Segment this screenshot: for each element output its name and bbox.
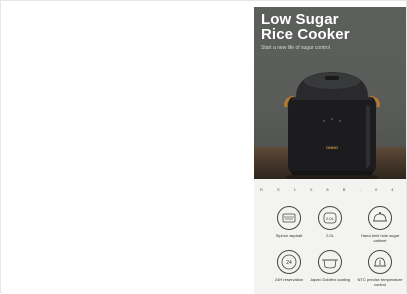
svg-text:2.0L: 2.0L [326, 216, 335, 221]
title-line-2: Rice Cooker [261, 26, 350, 43]
product-title: Low Sugar Rice Cooker [261, 12, 350, 42]
features-panel: R S 1 0 8 B - 0 4 Siphon asphalt 2.0L 2.… [254, 179, 406, 294]
model-code: R S 1 0 8 B - 0 4 [259, 187, 401, 192]
feature-coating: Japan Goldfen coating [305, 249, 355, 282]
rice-cooker-image: ONNO [284, 72, 380, 181]
title-line-1: Low Sugar [261, 11, 339, 28]
capacity-icon: 2.0L [318, 206, 342, 230]
product-image: Low Sugar Rice Cooker Start a new life o… [254, 7, 406, 294]
siphon-icon [277, 206, 301, 230]
hero-section: Low Sugar Rice Cooker Start a new life o… [254, 7, 406, 181]
svg-text:24: 24 [286, 260, 292, 266]
brand-mark: ONNO [326, 145, 338, 150]
page-frame: Low Sugar Rice Cooker Start a new life o… [0, 0, 407, 294]
feature-label: 2.0L [326, 233, 334, 238]
feature-capacity: 2.0L 2.0L [305, 205, 355, 238]
pot-icon [318, 250, 342, 274]
blank-area [2, 2, 254, 293]
feature-label: NTC precise temperature control [357, 277, 403, 287]
feature-label: Japan Goldfen coating [309, 277, 351, 282]
clock-24h-icon: 24 [277, 250, 301, 274]
feature-lid: Hand-held hole sugar cabinet [355, 205, 405, 243]
product-subtitle: Start a new life of sugar control [261, 45, 330, 51]
thermo-icon [368, 250, 392, 274]
feature-label: Hand-held hole sugar cabinet [360, 233, 400, 243]
feature-ntc: NTC precise temperature control [355, 249, 405, 287]
lid-icon [368, 206, 392, 230]
